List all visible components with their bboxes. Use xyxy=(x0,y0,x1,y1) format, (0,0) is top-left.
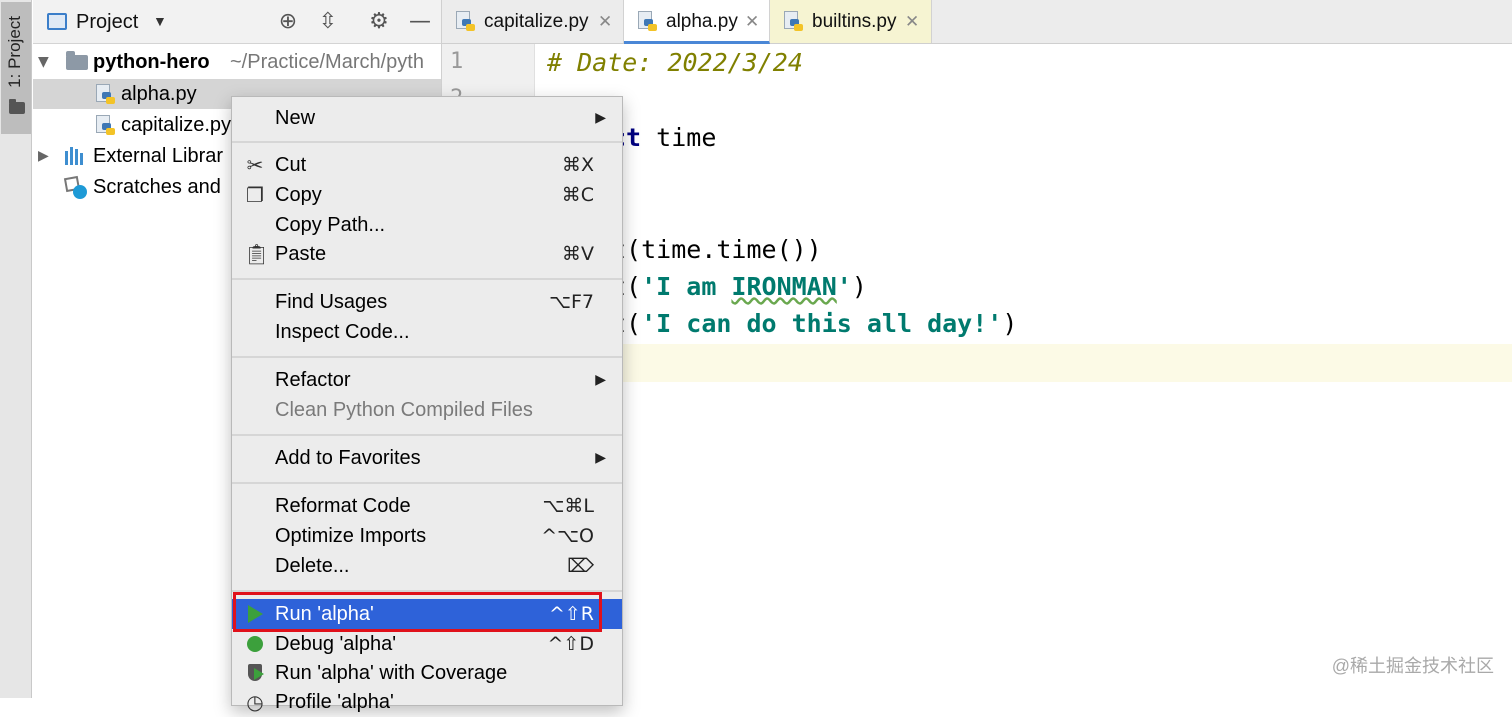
editor-tab-bar: capitalize.py ✕ alpha.py ✕ builtins.py ✕ xyxy=(442,0,1512,44)
tab-label: alpha.py xyxy=(666,11,738,32)
clipboard-icon: 📋︎ xyxy=(244,242,270,266)
python-file-icon xyxy=(784,11,803,32)
code-line: t('I am IRONMAN') xyxy=(611,272,867,301)
python-file-icon xyxy=(96,115,115,136)
tree-item-project-root[interactable]: ▼ python-hero ~/Practice/March/pyth xyxy=(33,47,441,77)
collapse-all-icon[interactable]: ⇳ xyxy=(315,9,341,35)
code-editor[interactable]: # Date: 2022/3/24 ct time t(time.time())… xyxy=(535,44,1512,698)
menu-item-clean-compiled: Clean Python Compiled Files xyxy=(275,399,533,421)
menu-item-run-coverage[interactable]: Run 'alpha' with Coverage xyxy=(232,658,622,688)
locate-icon[interactable]: ⊕ xyxy=(275,9,301,35)
menu-separator xyxy=(232,434,622,436)
folder-icon xyxy=(9,99,25,114)
tree-item-label: External Librar xyxy=(93,145,224,167)
annotation-highlight-box xyxy=(233,592,602,632)
code-line: # Date: 2022/3/24 xyxy=(547,48,803,77)
expand-arrow-icon[interactable]: ▼ xyxy=(38,47,49,77)
menu-item-paste[interactable]: 📋︎ Paste ⌘V xyxy=(232,239,622,269)
python-file-icon xyxy=(638,11,657,32)
menu-item-refactor[interactable]: Refactor ▶ xyxy=(232,365,622,395)
python-file-icon xyxy=(456,11,475,32)
menu-item-cut[interactable]: ✂ Cut ⌘X xyxy=(232,150,622,180)
menu-item-new[interactable]: New ▶ xyxy=(232,103,622,133)
close-icon[interactable]: ✕ xyxy=(905,0,919,44)
menu-item-profile[interactable]: ◷ Profile 'alpha' xyxy=(232,687,622,717)
scratches-icon xyxy=(63,175,87,199)
menu-item-copy-path[interactable]: Copy Path... xyxy=(232,210,622,240)
submenu-arrow-icon: ▶ xyxy=(595,110,606,126)
chevron-down-icon[interactable]: ▼ xyxy=(153,13,167,29)
tab-label: builtins.py xyxy=(812,11,897,32)
project-panel-header: Project ▼ ⊕ ⇳ ⚙ — xyxy=(33,0,441,44)
bug-icon xyxy=(244,629,266,660)
coverage-icon xyxy=(244,658,266,689)
library-icon xyxy=(65,147,87,165)
gear-icon[interactable]: ⚙ xyxy=(366,9,392,35)
close-icon[interactable]: ✕ xyxy=(745,0,759,44)
menu-item-add-favorites[interactable]: Add to Favorites ▶ xyxy=(232,443,622,473)
close-icon[interactable]: ✕ xyxy=(598,0,612,44)
copy-icon: ❐ xyxy=(246,183,264,207)
menu-item-find-usages[interactable]: Find Usages ⌥F7 xyxy=(232,287,622,317)
project-tool-button[interactable]: 1: Project xyxy=(1,2,31,134)
menu-item-reformat-code[interactable]: Reformat Code ⌥⌘L xyxy=(232,491,622,521)
code-line: t(time.time()) xyxy=(611,235,822,264)
project-tool-label: 1: Project xyxy=(5,16,24,88)
line-number: 1 xyxy=(450,49,464,74)
menu-separator xyxy=(232,278,622,280)
menu-separator xyxy=(232,482,622,484)
tab-alpha-py[interactable]: alpha.py ✕ xyxy=(624,0,770,44)
collapsed-arrow-icon[interactable]: ▶ xyxy=(38,141,49,171)
scissors-icon: ✂ xyxy=(246,153,264,177)
project-view-selector[interactable]: Project xyxy=(76,11,138,34)
submenu-arrow-icon: ▶ xyxy=(595,450,606,466)
python-file-icon xyxy=(96,84,115,105)
watermark: @稀土掘金技术社区 xyxy=(1331,656,1494,676)
project-name: python-hero xyxy=(93,51,210,73)
project-path: ~/Practice/March/pyth xyxy=(230,51,424,73)
hide-icon[interactable]: — xyxy=(407,9,433,35)
folder-icon xyxy=(66,51,88,70)
tree-item-label: capitalize.py xyxy=(121,114,232,136)
project-view-icon xyxy=(47,13,67,30)
menu-item-optimize-imports[interactable]: Optimize Imports ^⌥O xyxy=(232,521,622,551)
submenu-arrow-icon: ▶ xyxy=(595,372,606,388)
code-line: t('I can do this all day!') xyxy=(611,309,1018,338)
tab-label: capitalize.py xyxy=(484,11,589,32)
menu-item-inspect-code[interactable]: Inspect Code... xyxy=(232,317,622,347)
menu-item-delete[interactable]: Delete... ⌦ xyxy=(232,551,622,581)
tool-window-strip: 1: Project xyxy=(0,0,32,698)
tree-item-label: Scratches and xyxy=(93,176,221,198)
tree-item-label: alpha.py xyxy=(121,83,197,105)
menu-separator xyxy=(232,141,622,143)
current-line-highlight xyxy=(535,344,1512,382)
profile-icon: ◷ xyxy=(246,690,264,714)
tab-capitalize-py[interactable]: capitalize.py ✕ xyxy=(442,0,624,43)
code-line: ct time xyxy=(611,123,717,152)
menu-item-copy[interactable]: ❐ Copy ⌘C xyxy=(232,180,622,210)
menu-separator xyxy=(232,356,622,358)
menu-item-debug[interactable]: Debug 'alpha' ^⇧D xyxy=(232,629,622,659)
tab-builtins-py[interactable]: builtins.py ✕ xyxy=(770,0,932,43)
